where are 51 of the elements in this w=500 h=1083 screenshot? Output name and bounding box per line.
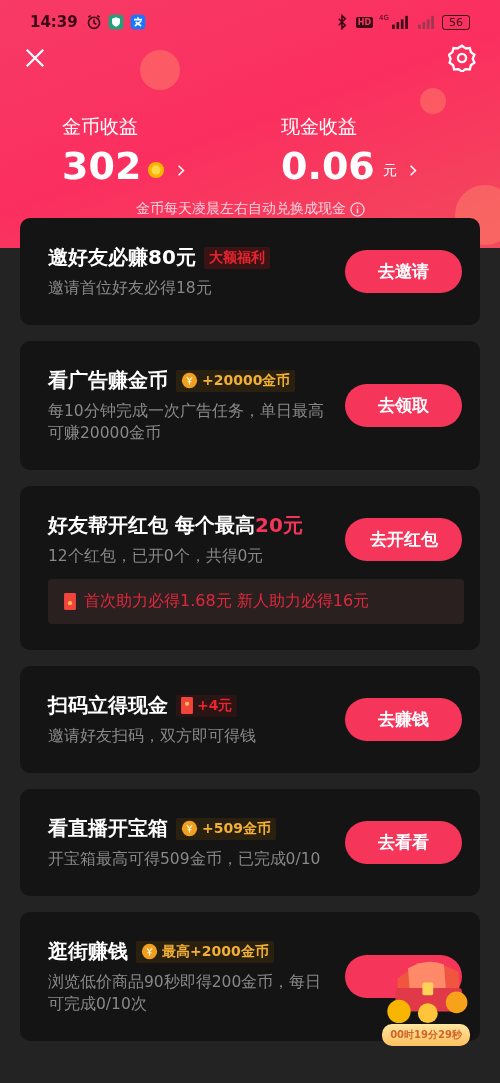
task-title: 看广告赚金币 xyxy=(48,367,168,394)
chevron-right-icon[interactable] xyxy=(408,163,417,177)
task-description: 邀请好友扫码，双方即可得钱 xyxy=(48,726,257,747)
task-button[interactable]: 去赚钱 xyxy=(345,698,462,741)
earnings-label: 金币收益 xyxy=(62,114,139,139)
task-button[interactable]: 去看看 xyxy=(345,821,462,864)
reward-text: 最高+2000金币 xyxy=(162,942,269,961)
envelope-icon xyxy=(181,697,193,714)
shield-icon xyxy=(107,14,124,30)
status-time: 14:39 xyxy=(30,13,78,31)
earnings-value[interactable]: 0.06 xyxy=(281,142,375,190)
coin-icon xyxy=(181,820,198,837)
task-description: 12个红包，已开0个，共得0元 xyxy=(48,546,265,567)
task-button[interactable]: 去邀请 xyxy=(345,250,462,293)
alarm-clock-icon xyxy=(85,14,102,30)
coin-icon xyxy=(147,161,166,179)
app-icon xyxy=(129,14,146,30)
task-title: 邀好友必赚80元 xyxy=(48,244,196,271)
light-spot xyxy=(420,88,446,114)
info-icon[interactable] xyxy=(349,201,365,217)
coin-icon xyxy=(141,943,158,960)
task-description: 邀请首位好友必得18元 xyxy=(48,278,213,299)
reward-text: +20000金币 xyxy=(202,371,291,390)
coin-icon xyxy=(181,372,198,389)
tip-text: 首次助力必得1.68元 新人助力必得16元 xyxy=(84,591,370,612)
chevron-right-icon[interactable] xyxy=(177,163,186,177)
task-title: 好友帮开红包 每个最高20元 xyxy=(48,512,303,539)
signal-icon xyxy=(390,15,410,29)
countdown-timer: 00时19分29秒 xyxy=(382,1024,470,1046)
reward-text: 大额福利 xyxy=(208,248,265,267)
earnings-label: 现金收益 xyxy=(281,114,358,139)
earnings-value[interactable]: 302 xyxy=(62,142,142,190)
task-title: 逛街赚钱 xyxy=(48,938,128,965)
close-icon[interactable] xyxy=(24,47,46,69)
envelope-icon xyxy=(64,593,76,610)
exchange-note: 金币每天凌晨左右自动兑换成现金 xyxy=(135,200,346,218)
signal-icon xyxy=(416,15,436,29)
battery-indicator: 56 xyxy=(442,14,470,30)
light-spot xyxy=(140,50,180,90)
task-title: 看直播开宝箱 xyxy=(48,815,168,842)
task-description: 开宝箱最高可得509金币，已完成0/10 xyxy=(48,849,322,870)
task-button[interactable]: 去开红包 xyxy=(345,518,462,561)
reward-text: +4元 xyxy=(197,696,233,715)
task-description: 浏览低价商品90秒即得200金币，每日可完成0/10次 xyxy=(48,972,323,1015)
hd-badge: HD xyxy=(355,16,374,28)
task-button[interactable]: 去领取 xyxy=(345,384,462,427)
task-description: 每10分钟完成一次广告任务，单日最高可赚20000金币 xyxy=(48,401,324,444)
reward-text: +509金币 xyxy=(202,819,271,838)
task-title: 扫码立得现金 xyxy=(48,692,168,719)
unit-label: 元 xyxy=(382,162,397,180)
settings-icon[interactable] xyxy=(448,44,476,72)
